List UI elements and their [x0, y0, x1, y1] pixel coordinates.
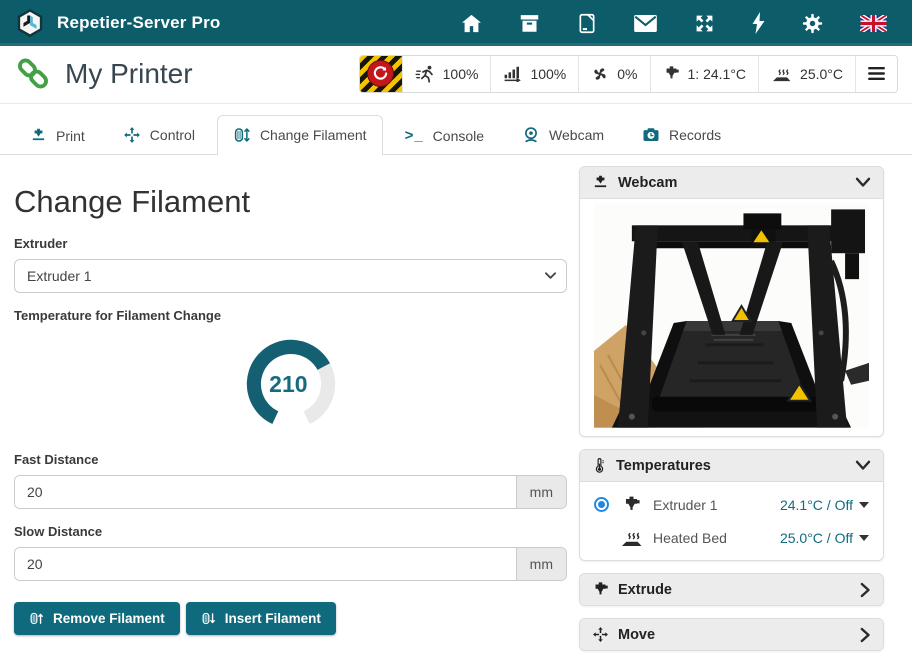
- temperatures-panel-header[interactable]: Temperatures: [580, 450, 883, 481]
- temperature-gauge[interactable]: 210: [235, 331, 347, 437]
- control-move-icon: [123, 126, 141, 144]
- fan-icon: [591, 65, 609, 83]
- filament-down-icon: [201, 611, 216, 626]
- bed-temp-dropdown[interactable]: 25.0°C / Off: [780, 530, 869, 546]
- fast-distance-label: Fast Distance: [14, 452, 567, 467]
- extruder-radio[interactable]: [594, 497, 609, 512]
- status-speed[interactable]: 100%: [402, 56, 491, 92]
- extruder-icon: [663, 65, 680, 82]
- slow-distance-unit: mm: [516, 548, 566, 580]
- top-navbar: Repetier-Server Pro: [0, 0, 912, 46]
- page-title: Change Filament: [14, 184, 567, 220]
- console-icon: >_: [405, 127, 424, 144]
- power-icon[interactable]: [752, 12, 765, 34]
- fast-distance-input[interactable]: [15, 476, 516, 508]
- extruder-icon: [619, 495, 643, 514]
- home-icon[interactable]: [461, 14, 482, 33]
- printer-status-bar: 100% 100% 0%: [359, 55, 898, 93]
- status-flow[interactable]: 100%: [490, 56, 578, 92]
- language-flag-icon[interactable]: [860, 15, 887, 32]
- status-bed-value: 25.0°C: [800, 66, 843, 82]
- status-speed-value: 100%: [443, 66, 479, 82]
- heated-bed-icon: [771, 65, 792, 82]
- status-extruder[interactable]: 1: 24.1°C: [650, 56, 759, 92]
- hamburger-icon: [868, 67, 885, 80]
- speed-runner-icon: [415, 65, 435, 83]
- tab-records[interactable]: Records: [626, 115, 737, 155]
- tab-change-filament[interactable]: Change Filament: [217, 115, 383, 155]
- webcam-icon: [522, 126, 540, 144]
- extruder-icon: [592, 581, 609, 598]
- tab-console[interactable]: >_ Console: [389, 116, 500, 155]
- temp-row-bed: Heated Bed 25.0°C / Off: [580, 521, 883, 554]
- gauge-label: Temperature for Filament Change: [14, 308, 567, 323]
- change-filament-icon: [233, 126, 251, 144]
- chevron-right-icon: [860, 627, 871, 643]
- move-panel-header[interactable]: Move: [580, 619, 883, 650]
- messages-icon[interactable]: [634, 15, 657, 32]
- move-panel: Move: [579, 618, 884, 651]
- slow-distance-label: Slow Distance: [14, 524, 567, 539]
- fast-distance-unit: mm: [516, 476, 566, 508]
- status-extruder-value: 1: 24.1°C: [688, 66, 747, 82]
- tab-print[interactable]: Print: [14, 116, 101, 155]
- webcam-panel-header[interactable]: Webcam: [580, 167, 883, 198]
- caret-down-icon: [859, 535, 869, 541]
- records-camera-icon: [642, 126, 660, 144]
- status-flow-value: 100%: [530, 66, 566, 82]
- webcam-panel: Webcam: [579, 166, 884, 437]
- print-icon: [30, 127, 47, 144]
- extrude-panel-header[interactable]: Extrude: [580, 574, 883, 605]
- extruder-select[interactable]: Extruder 1: [14, 259, 567, 293]
- status-fan[interactable]: 0%: [578, 56, 649, 92]
- chevron-right-icon: [860, 582, 871, 598]
- extrude-panel: Extrude: [579, 573, 884, 606]
- temp-name: Extruder 1: [653, 497, 718, 513]
- extruder-label: Extruder: [14, 236, 567, 251]
- chevron-down-icon: [855, 177, 871, 188]
- settings-gear-icon[interactable]: [802, 13, 823, 34]
- printer-header: My Printer 100%: [0, 46, 912, 104]
- emergency-stop-button[interactable]: [360, 56, 402, 92]
- printer-name: My Printer: [65, 58, 193, 90]
- printer-nozzle-icon: [592, 174, 609, 191]
- gauge-value: 210: [269, 371, 307, 397]
- brand[interactable]: Repetier-Server Pro: [15, 8, 220, 38]
- caret-down-icon: [859, 502, 869, 508]
- status-bed[interactable]: 25.0°C: [758, 56, 855, 92]
- webcam-image[interactable]: [594, 203, 869, 428]
- printer-menu-button[interactable]: [855, 56, 897, 92]
- printer-link-icon: [14, 55, 52, 92]
- printers-box-icon[interactable]: [519, 13, 540, 33]
- flow-bars-icon: [503, 65, 522, 82]
- brand-title: Repetier-Server Pro: [57, 13, 220, 33]
- remove-filament-button[interactable]: Remove Filament: [14, 602, 180, 635]
- manual-icon[interactable]: [577, 13, 597, 34]
- insert-filament-button[interactable]: Insert Filament: [186, 602, 336, 635]
- temp-name: Heated Bed: [653, 530, 727, 546]
- printer-tabs: Print Control Change Filament >_ Console: [0, 104, 912, 155]
- fullscreen-icon[interactable]: [694, 13, 715, 34]
- thermometer-icon: [592, 457, 607, 474]
- sidebar: Webcam: [579, 155, 884, 651]
- chevron-down-icon: [855, 460, 871, 471]
- repetier-logo-icon: [15, 8, 45, 38]
- tab-webcam[interactable]: Webcam: [506, 115, 620, 155]
- temp-row-extruder: Extruder 1 24.1°C / Off: [580, 488, 883, 521]
- tab-control[interactable]: Control: [107, 115, 211, 155]
- filament-up-icon: [29, 611, 44, 626]
- slow-distance-input[interactable]: [15, 548, 516, 580]
- change-filament-panel: Change Filament Extruder Extruder 1 Temp…: [14, 155, 567, 635]
- status-fan-value: 0%: [617, 66, 637, 82]
- emergency-stop-icon: [367, 60, 394, 87]
- extruder-temp-dropdown[interactable]: 24.1°C / Off: [780, 497, 869, 513]
- move-arrows-icon: [592, 626, 609, 643]
- temperatures-panel: Temperatures Extruder 1 24.1°C / Off: [579, 449, 884, 561]
- heated-bed-icon: [619, 528, 643, 547]
